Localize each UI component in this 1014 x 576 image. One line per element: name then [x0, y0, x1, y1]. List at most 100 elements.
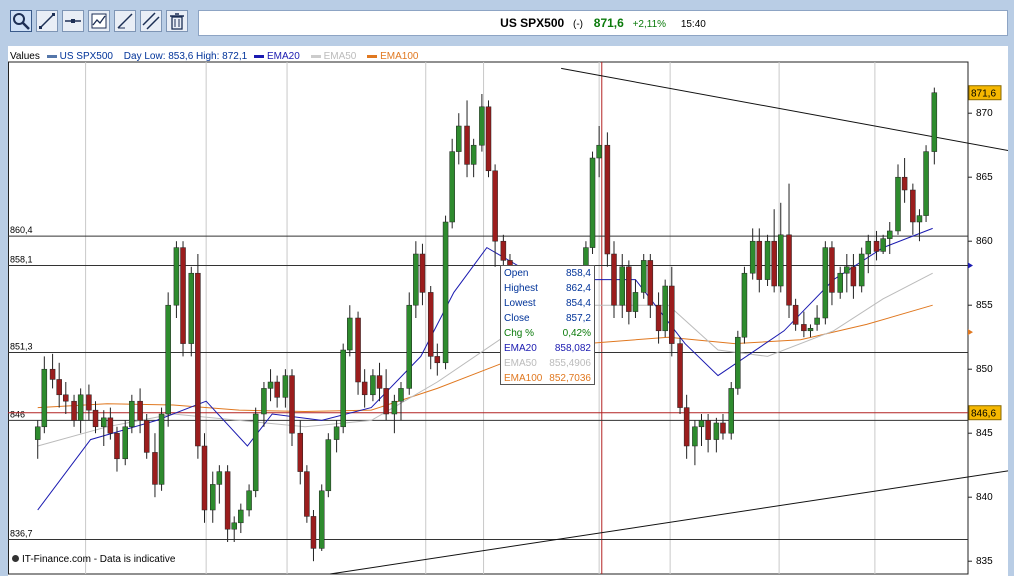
candle-body — [596, 144, 602, 159]
y-tick-label: 855 — [976, 300, 993, 311]
y-tick-label: 845 — [976, 428, 993, 439]
candle-body — [173, 247, 180, 306]
candle-body — [216, 471, 223, 485]
candle-body — [837, 272, 843, 293]
low-label: Lowest — [504, 298, 536, 309]
candle-body — [41, 368, 48, 428]
candle-body — [289, 375, 295, 434]
open-value: 858,4 — [565, 268, 591, 279]
candle-body — [224, 471, 231, 530]
candle-body — [858, 253, 865, 287]
candle-body — [297, 432, 304, 472]
chart-legend: Values US SPX500 Day Low: 853,6 High: 87… — [10, 50, 427, 63]
candle-body — [698, 420, 705, 428]
delete-icon[interactable] — [166, 10, 188, 32]
candle-body — [34, 426, 41, 440]
candle-body — [347, 317, 353, 351]
ohlc-info-box: Open 858,4 Highest 862,4 Lowest 854,4 Close… — [500, 265, 595, 385]
trend-line-icon[interactable] — [114, 10, 136, 32]
candle-body — [114, 432, 120, 460]
candle-body — [829, 247, 835, 293]
candle-body — [916, 215, 923, 223]
candle-body — [209, 484, 216, 511]
candle-body — [188, 272, 195, 344]
parallel-lines-icon[interactable] — [140, 10, 162, 32]
y-tick-label: 860 — [976, 236, 993, 247]
candle-body — [137, 400, 143, 421]
candle-body — [413, 253, 419, 306]
close-label: Close — [504, 313, 530, 324]
candle-body — [500, 240, 507, 261]
candle-body — [449, 151, 455, 223]
candle-body — [604, 144, 611, 255]
candle-body — [485, 106, 492, 172]
candle-body — [492, 170, 498, 242]
legend-ema20: EMA20 — [253, 51, 304, 62]
candle-body — [640, 260, 647, 293]
candle-body — [647, 260, 654, 306]
last-price: 871,6 — [593, 16, 624, 30]
candle-body — [456, 125, 462, 152]
candle-body — [669, 285, 675, 344]
candle-body — [398, 388, 404, 402]
candle-body — [786, 234, 792, 306]
candle-body — [246, 490, 252, 511]
candle-body — [756, 240, 763, 280]
candle-body — [86, 394, 92, 411]
candle-body — [713, 422, 720, 440]
zoom-icon[interactable] — [10, 10, 32, 32]
candle-body — [792, 304, 799, 325]
candle-body — [376, 375, 383, 389]
candle-body — [310, 516, 317, 549]
candle-body — [406, 304, 412, 389]
candle-body — [850, 266, 857, 287]
candle-body — [814, 317, 820, 325]
candle-body — [77, 394, 84, 421]
draw-line-icon[interactable] — [36, 10, 58, 32]
ema100-label: EMA100 — [504, 373, 543, 384]
chg-value: 0,42% — [562, 328, 591, 339]
candle-body — [611, 253, 617, 306]
candle-body — [282, 375, 289, 398]
candle-body — [370, 375, 376, 396]
candle-body — [63, 394, 69, 402]
candle-body — [158, 413, 165, 485]
candle-body — [720, 422, 726, 434]
candle-body — [470, 144, 477, 165]
candle-body — [56, 379, 62, 396]
candle-body — [626, 266, 632, 312]
chart-toolbar — [4, 8, 194, 38]
candle-body — [355, 317, 361, 383]
candle-body — [479, 106, 485, 146]
ema50-label: EMA50 — [504, 358, 537, 369]
quote-time: 15:40 — [680, 19, 706, 30]
ema100-value: 852,7036 — [549, 373, 591, 384]
data-disclaimer: IT-Finance.com - Data is indicative — [12, 554, 175, 565]
horizontal-line-icon[interactable] — [62, 10, 84, 32]
candle-body — [101, 417, 107, 428]
candle-body — [434, 356, 441, 364]
candle-body — [419, 253, 426, 293]
candle-body — [683, 407, 690, 447]
legend-instrument: US SPX500 — [46, 51, 117, 62]
candle-body — [822, 247, 829, 319]
candle-body — [589, 157, 596, 248]
candle-body — [844, 266, 850, 274]
legend-ema100: EMA100 — [367, 51, 422, 62]
candle-body — [122, 426, 128, 460]
candle-body — [895, 176, 901, 232]
instrument-status: (-) — [572, 19, 583, 30]
candle-body — [771, 240, 777, 287]
candle-body — [143, 420, 150, 453]
candle-body — [619, 266, 625, 306]
candle-body — [49, 368, 56, 380]
high-label: Highest — [504, 283, 538, 294]
candle-body — [749, 240, 756, 274]
candle-body — [910, 189, 916, 223]
high-value: 862,4 — [565, 283, 591, 294]
candle-body — [92, 409, 99, 428]
candle-body — [692, 426, 698, 447]
ema20-value: 858,082 — [554, 343, 591, 354]
legend-ema50: EMA50 — [310, 51, 361, 62]
indicators-icon[interactable] — [88, 10, 110, 32]
